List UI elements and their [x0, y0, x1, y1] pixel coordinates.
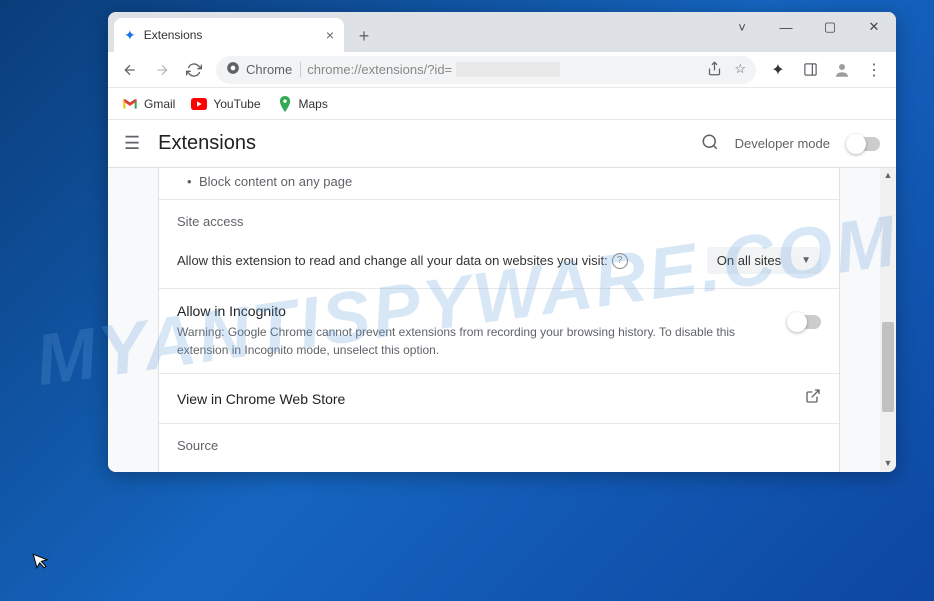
developer-mode-toggle[interactable]	[846, 137, 880, 151]
page-header: ☰ Extensions Developer mode	[108, 120, 896, 168]
address-bar[interactable]: Chrome chrome://extensions/?id= ☆	[216, 56, 756, 84]
bookmark-label: Gmail	[144, 97, 175, 111]
dropdown-icon[interactable]: ˅	[720, 12, 764, 42]
webstore-section[interactable]: View in Chrome Web Store	[159, 374, 839, 424]
maximize-button[interactable]: ▢	[808, 12, 852, 42]
bookmark-youtube[interactable]: YouTube	[191, 96, 260, 112]
close-window-button[interactable]: ✕	[852, 12, 896, 42]
extension-icon: ✦	[124, 27, 136, 44]
site-access-label: Site access	[177, 214, 821, 229]
open-external-icon	[805, 388, 821, 409]
incognito-section: Allow in Incognito Warning: Google Chrom…	[159, 289, 839, 374]
menu-icon[interactable]: ⋮	[860, 56, 888, 84]
gmail-icon	[122, 96, 138, 112]
scroll-thumb[interactable]	[882, 322, 894, 412]
minimize-button[interactable]: —	[764, 12, 808, 42]
extension-settings-panel: Block content on any page Site access Al…	[158, 168, 840, 472]
browser-tab-active[interactable]: ✦ Extensions ×	[114, 18, 344, 52]
close-tab-icon[interactable]: ×	[326, 27, 334, 43]
share-icon[interactable]	[707, 61, 722, 79]
incognito-title: Allow in Incognito	[177, 303, 767, 319]
tab-title: Extensions	[144, 28, 203, 42]
help-icon[interactable]: ?	[612, 253, 628, 269]
source-section: Source	[159, 424, 839, 469]
page-title: Extensions	[158, 132, 256, 155]
bookmark-maps[interactable]: Maps	[277, 96, 328, 112]
site-access-text: Allow this extension to read and change …	[177, 253, 608, 268]
extensions-icon[interactable]: ✦	[764, 56, 792, 84]
maps-icon	[277, 96, 293, 112]
star-icon[interactable]: ☆	[734, 61, 746, 79]
back-button[interactable]	[116, 56, 144, 84]
new-tab-button[interactable]: +	[350, 22, 378, 50]
window-controls: ˅ — ▢ ✕	[720, 12, 896, 52]
reload-button[interactable]	[180, 56, 208, 84]
bookmarks-bar: Gmail YouTube Maps	[108, 88, 896, 120]
dropdown-value: On all sites	[717, 253, 781, 268]
titlebar: ✦ Extensions × + ˅ — ▢ ✕	[108, 12, 896, 52]
incognito-toggle[interactable]	[787, 315, 821, 329]
browser-window: ✦ Extensions × + ˅ — ▢ ✕ Chrome chrome:/…	[108, 12, 896, 472]
site-access-dropdown[interactable]: On all sites ▼	[707, 247, 821, 274]
webstore-link-text: View in Chrome Web Store	[177, 391, 345, 407]
incognito-description: Warning: Google Chrome cannot prevent ex…	[177, 323, 767, 359]
search-icon[interactable]	[701, 133, 719, 154]
developer-mode-label: Developer mode	[735, 136, 830, 151]
site-access-row: Allow this extension to read and change …	[177, 247, 821, 274]
sidepanel-icon[interactable]	[796, 56, 824, 84]
address-scheme-label: Chrome	[246, 62, 301, 77]
bookmark-label: YouTube	[213, 97, 260, 111]
permissions-section: Block content on any page	[159, 168, 839, 200]
bookmark-label: Maps	[299, 97, 328, 111]
vertical-scrollbar[interactable]: ▲ ▼	[880, 168, 896, 472]
content-area: Block content on any page Site access Al…	[108, 168, 896, 472]
source-label: Source	[177, 438, 821, 453]
menu-hamburger-icon[interactable]: ☰	[124, 133, 140, 154]
profile-icon[interactable]	[828, 56, 856, 84]
permission-item: Block content on any page	[177, 174, 821, 189]
scroll-track[interactable]	[880, 182, 896, 458]
address-actions: ☆	[707, 61, 746, 79]
header-right: Developer mode	[701, 133, 880, 154]
forward-button[interactable]	[148, 56, 176, 84]
address-url-redacted	[456, 62, 560, 77]
toolbar: Chrome chrome://extensions/?id= ☆ ✦ ⋮	[108, 52, 896, 88]
address-url: chrome://extensions/?id=	[307, 62, 452, 77]
bookmark-gmail[interactable]: Gmail	[122, 96, 175, 112]
scroll-down-arrow[interactable]: ▼	[883, 458, 893, 470]
site-access-section: Site access Allow this extension to read…	[159, 200, 839, 289]
chrome-logo-icon	[226, 61, 240, 78]
youtube-icon	[191, 96, 207, 112]
chevron-down-icon: ▼	[801, 255, 811, 266]
mouse-cursor	[32, 549, 54, 577]
scroll-up-arrow[interactable]: ▲	[883, 170, 893, 182]
